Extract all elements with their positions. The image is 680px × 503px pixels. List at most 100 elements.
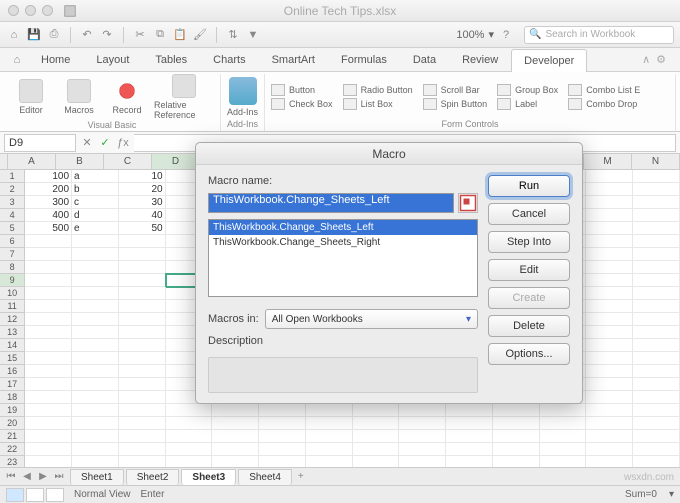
cell[interactable] <box>25 274 72 287</box>
cell[interactable] <box>493 404 540 417</box>
row-header[interactable]: 3 <box>0 196 25 209</box>
zoom-window-icon[interactable] <box>42 5 53 16</box>
cell[interactable] <box>399 417 446 430</box>
sheet-tab[interactable]: Sheet2 <box>126 469 180 485</box>
cell[interactable] <box>633 443 680 456</box>
cell[interactable]: 200 <box>25 183 72 196</box>
cell[interactable] <box>586 378 633 391</box>
paste-icon[interactable]: 📋 <box>172 27 188 43</box>
row-header[interactable]: 12 <box>0 313 25 326</box>
cell[interactable]: 500 <box>25 222 72 235</box>
cell[interactable] <box>72 300 119 313</box>
form-radio[interactable]: Radio Button <box>343 84 413 96</box>
cell[interactable] <box>540 417 587 430</box>
cell[interactable] <box>119 261 166 274</box>
cell[interactable] <box>446 404 493 417</box>
form-combo2[interactable]: Combo Drop <box>568 98 640 110</box>
cell[interactable] <box>25 313 72 326</box>
step-into-button[interactable]: Step Into <box>488 231 570 253</box>
cell[interactable] <box>72 261 119 274</box>
save-tb-icon[interactable]: 💾 <box>26 27 42 43</box>
tab-developer[interactable]: Developer <box>511 49 587 72</box>
cell[interactable] <box>633 430 680 443</box>
macro-list-item[interactable]: ThisWorkbook.Change_Sheets_Right <box>209 235 477 250</box>
row-header[interactable]: 5 <box>0 222 25 235</box>
form-check[interactable]: Check Box <box>271 98 333 110</box>
cell[interactable] <box>586 261 633 274</box>
page-break-view-button[interactable] <box>46 488 64 502</box>
cell[interactable] <box>166 430 213 443</box>
page-layout-view-button[interactable] <box>26 488 44 502</box>
row-header[interactable]: 15 <box>0 352 25 365</box>
cell[interactable] <box>353 430 400 443</box>
cell[interactable] <box>25 248 72 261</box>
row-header[interactable]: 1 <box>0 170 25 183</box>
cell[interactable] <box>586 183 633 196</box>
macro-name-input[interactable]: ThisWorkbook.Change_Sheets_Left <box>208 193 454 213</box>
cell[interactable] <box>119 378 166 391</box>
cell[interactable] <box>353 443 400 456</box>
print-icon[interactable]: ⎙ <box>46 27 62 43</box>
form-scroll[interactable]: Scroll Bar <box>423 84 488 96</box>
row-header[interactable]: 19 <box>0 404 25 417</box>
cell[interactable] <box>306 443 353 456</box>
cell[interactable] <box>399 443 446 456</box>
cell[interactable]: 100 <box>25 170 72 183</box>
cell[interactable]: 10 <box>119 170 166 183</box>
cell[interactable] <box>633 170 680 183</box>
cell[interactable] <box>633 222 680 235</box>
sheet-tab[interactable]: Sheet1 <box>70 469 124 485</box>
cell[interactable] <box>166 417 213 430</box>
ribbon-collapse-icon[interactable]: ∧ <box>642 53 650 66</box>
cell[interactable] <box>72 391 119 404</box>
run-button[interactable]: Run <box>488 175 570 197</box>
column-header[interactable]: A <box>8 154 56 169</box>
cell[interactable] <box>259 404 306 417</box>
cell[interactable] <box>119 248 166 261</box>
cell[interactable] <box>119 274 166 287</box>
cell[interactable] <box>72 287 119 300</box>
save-icon[interactable] <box>63 4 77 18</box>
row-header[interactable]: 20 <box>0 417 25 430</box>
copy-icon[interactable]: ⧉ <box>152 27 168 43</box>
cell[interactable] <box>25 339 72 352</box>
cell[interactable] <box>399 404 446 417</box>
cell[interactable] <box>446 443 493 456</box>
macros-in-select[interactable]: All Open Workbooks ▾ <box>265 309 478 329</box>
cell[interactable] <box>25 235 72 248</box>
row-header[interactable]: 18 <box>0 391 25 404</box>
edit-button[interactable]: Edit <box>488 259 570 281</box>
cell[interactable]: 40 <box>119 209 166 222</box>
filter-icon[interactable]: ▼ <box>245 27 261 43</box>
name-box[interactable]: D9 <box>4 134 76 152</box>
cell[interactable] <box>586 313 633 326</box>
record-button[interactable]: Record <box>106 79 148 115</box>
cell[interactable] <box>72 443 119 456</box>
column-header[interactable]: N <box>632 154 680 169</box>
form-spin[interactable]: Spin Button <box>423 98 488 110</box>
cell[interactable] <box>586 209 633 222</box>
form-label[interactable]: Label <box>497 98 558 110</box>
zoom-value[interactable]: 100% <box>456 29 484 41</box>
cell[interactable] <box>446 417 493 430</box>
cell[interactable] <box>493 443 540 456</box>
column-header[interactable]: B <box>56 154 104 169</box>
cell[interactable]: 20 <box>119 183 166 196</box>
macros-button[interactable]: Macros <box>58 79 100 115</box>
row-header[interactable]: 11 <box>0 300 25 313</box>
relative-reference-button[interactable]: Relative Reference <box>154 74 214 120</box>
row-header[interactable]: 4 <box>0 209 25 222</box>
row-header[interactable]: 17 <box>0 378 25 391</box>
accept-formula-icon[interactable]: ✓ <box>98 136 112 149</box>
fx-icon[interactable]: ƒx <box>116 137 130 149</box>
column-header[interactable]: M <box>584 154 632 169</box>
editor-button[interactable]: Editor <box>10 79 52 115</box>
next-sheet-icon[interactable]: ▶ <box>36 471 50 482</box>
cell[interactable] <box>166 456 213 467</box>
row-header[interactable]: 13 <box>0 326 25 339</box>
row-header[interactable]: 14 <box>0 339 25 352</box>
cell[interactable] <box>353 404 400 417</box>
cell[interactable] <box>633 339 680 352</box>
cell[interactable] <box>119 339 166 352</box>
close-window-icon[interactable] <box>8 5 19 16</box>
